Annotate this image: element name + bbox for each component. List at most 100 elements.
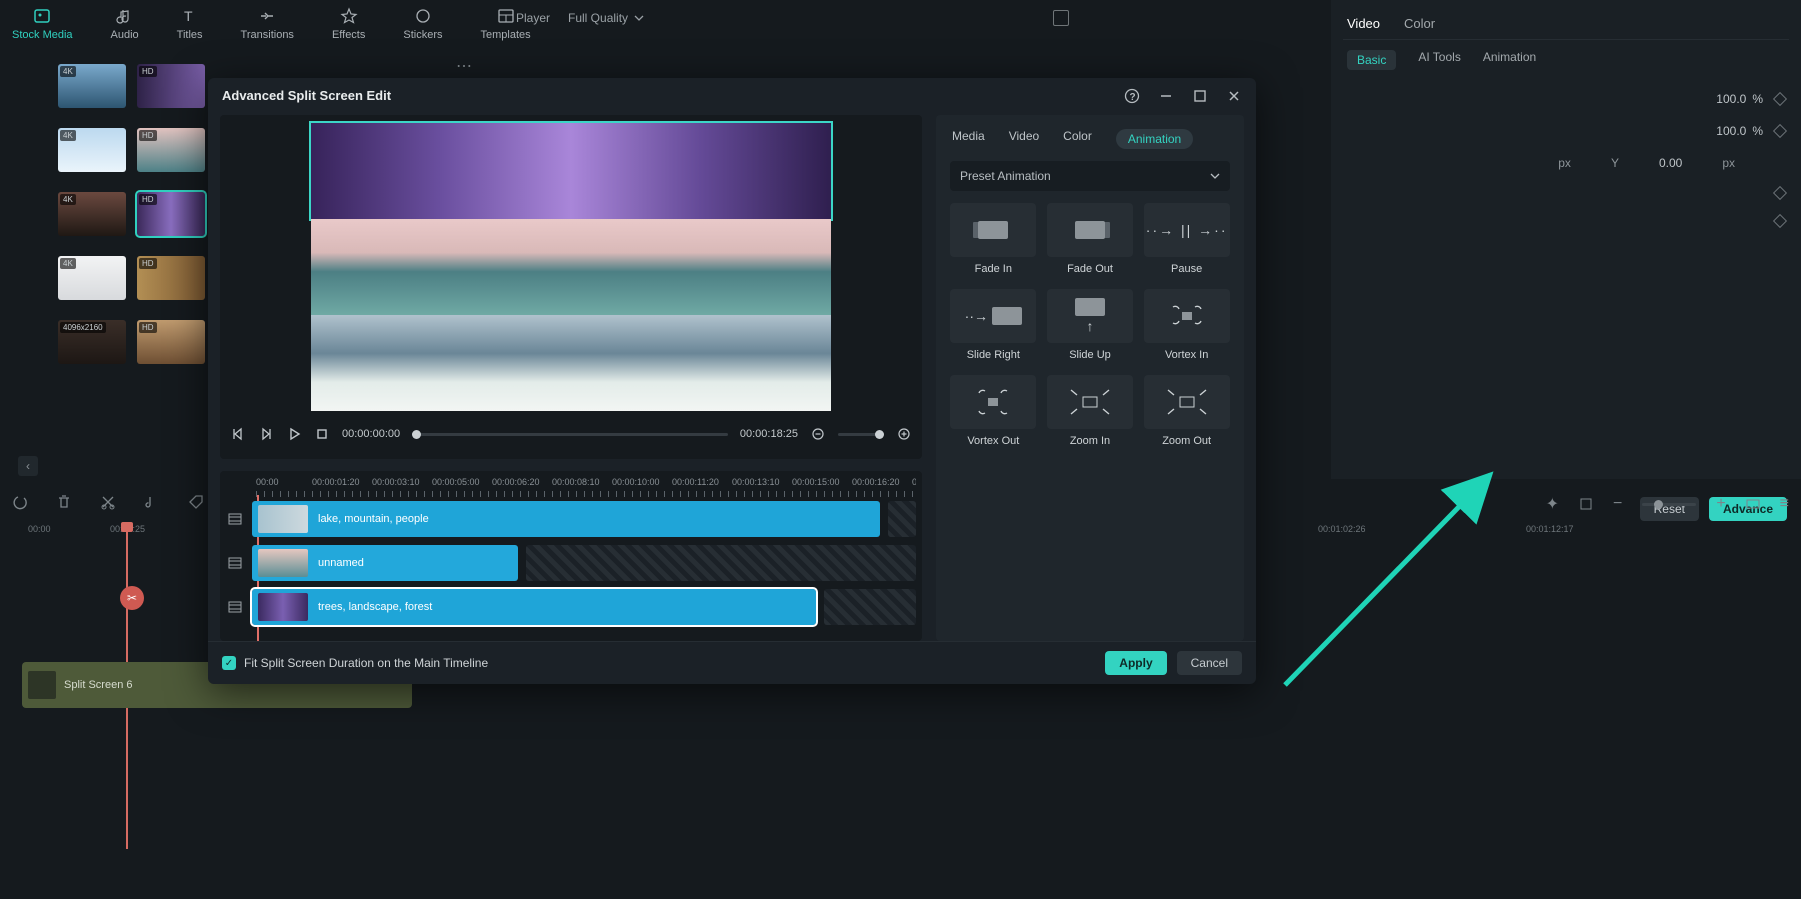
scale-value-1[interactable]: 100.0% bbox=[1716, 92, 1763, 106]
split-marker-icon[interactable]: ✂ bbox=[120, 586, 144, 610]
fit-duration-checkbox[interactable]: ✓ bbox=[222, 656, 236, 670]
next-frame-button[interactable] bbox=[258, 426, 274, 442]
video-track-icon bbox=[226, 556, 244, 570]
empty-kf-row-1 bbox=[1347, 188, 1785, 198]
zoom-slider[interactable] bbox=[838, 433, 884, 436]
inspector-subtab-basic[interactable]: Basic bbox=[1347, 50, 1396, 70]
zoom-out-icon[interactable]: − bbox=[1613, 495, 1622, 513]
mini-tick: 00:00:11:20 bbox=[672, 477, 719, 487]
quality-dropdown[interactable]: Full Quality bbox=[568, 11, 644, 25]
close-icon[interactable] bbox=[1226, 88, 1242, 104]
keyframe-icon[interactable] bbox=[1773, 124, 1787, 138]
keyframe-icon[interactable] bbox=[1773, 214, 1787, 228]
scale-value-2[interactable]: 100.0% bbox=[1716, 124, 1763, 138]
media-thumb[interactable]: HD bbox=[137, 64, 205, 108]
keyframe-icon[interactable] bbox=[1773, 92, 1787, 106]
mr-tab-media[interactable]: Media bbox=[952, 129, 985, 149]
cancel-button[interactable]: Cancel bbox=[1177, 651, 1242, 675]
inspector-panel: Video Color Basic AI Tools Animation 100… bbox=[1331, 0, 1801, 479]
mini-clip-3[interactable]: trees, landscape, forest bbox=[252, 589, 816, 625]
media-thumb[interactable]: HD bbox=[137, 320, 205, 364]
track-empty bbox=[888, 501, 916, 537]
clip-thumb bbox=[258, 505, 308, 533]
tab-stickers[interactable]: Stickers bbox=[403, 7, 442, 41]
crop-icon[interactable] bbox=[1579, 497, 1593, 511]
marker-icon[interactable]: ✦ bbox=[1546, 494, 1559, 514]
zoom-out-button[interactable] bbox=[810, 426, 826, 442]
split-slot-2[interactable] bbox=[311, 219, 831, 315]
clip-thumb bbox=[28, 671, 56, 699]
stock-media-icon bbox=[33, 7, 51, 25]
zoom-in-icon[interactable]: + bbox=[1716, 495, 1725, 513]
zoom-knob[interactable] bbox=[875, 430, 884, 439]
tab-label: Stock Media bbox=[12, 29, 73, 41]
anim-fade-in[interactable]: Fade In bbox=[950, 203, 1037, 275]
mini-tick: 00:00:15:00 bbox=[792, 477, 840, 487]
tab-effects[interactable]: Effects bbox=[332, 7, 365, 41]
split-slot-1[interactable] bbox=[311, 123, 831, 219]
minimize-icon[interactable] bbox=[1158, 88, 1174, 104]
transitions-icon bbox=[258, 7, 276, 25]
anim-fade-out[interactable]: Fade Out bbox=[1047, 203, 1134, 275]
mr-tab-animation[interactable]: Animation bbox=[1116, 129, 1193, 149]
cut-icon[interactable] bbox=[100, 494, 116, 510]
split-slot-3[interactable] bbox=[311, 315, 831, 411]
maximize-icon[interactable] bbox=[1192, 88, 1208, 104]
mini-clip-2[interactable]: unnamed bbox=[252, 545, 518, 581]
inspector-tab-color[interactable]: Color bbox=[1404, 16, 1435, 31]
anim-slide-up[interactable]: ↑Slide Up bbox=[1047, 289, 1134, 361]
media-thumb[interactable]: 4K bbox=[58, 128, 126, 172]
mini-clip-1[interactable]: lake, mountain, people bbox=[252, 501, 880, 537]
collapse-panel-button[interactable]: ‹ bbox=[18, 456, 38, 476]
anim-pause[interactable]: ··→ || →··Pause bbox=[1143, 203, 1230, 275]
fit-icon[interactable] bbox=[1746, 497, 1760, 511]
inspector-tab-video[interactable]: Video bbox=[1347, 16, 1380, 31]
more-icon[interactable]: ⋯ bbox=[456, 56, 472, 76]
media-thumb[interactable]: HD bbox=[137, 128, 205, 172]
seek-bar[interactable] bbox=[412, 433, 728, 436]
pos-y-value[interactable]: 0.00 bbox=[1659, 156, 1682, 170]
media-thumb[interactable]: 4K bbox=[58, 256, 126, 300]
media-thumb[interactable]: 4K bbox=[58, 64, 126, 108]
prev-frame-button[interactable] bbox=[230, 426, 246, 442]
anim-zoom-out[interactable]: Zoom Out bbox=[1143, 375, 1230, 447]
seek-knob[interactable] bbox=[412, 430, 421, 439]
apply-button[interactable]: Apply bbox=[1105, 651, 1166, 675]
music-icon[interactable] bbox=[144, 494, 160, 510]
chevron-down-icon bbox=[634, 13, 644, 23]
delete-icon[interactable] bbox=[56, 494, 72, 510]
tag-icon[interactable] bbox=[188, 494, 204, 510]
media-thumb[interactable]: 4K bbox=[58, 192, 126, 236]
zoom-in-button[interactable] bbox=[896, 426, 912, 442]
play-button[interactable] bbox=[286, 426, 302, 442]
anim-zoom-in[interactable]: Zoom In bbox=[1047, 375, 1134, 447]
mr-tab-video[interactable]: Video bbox=[1009, 129, 1039, 149]
zoom-slider[interactable] bbox=[1642, 503, 1696, 506]
inspector-subtab-aitools[interactable]: AI Tools bbox=[1418, 50, 1460, 70]
media-thumb[interactable]: HD bbox=[137, 256, 205, 300]
tab-stock-media[interactable]: Stock Media bbox=[12, 7, 73, 41]
mini-ruler[interactable]: 00:00 00:00:01:20 00:00:03:10 00:00:05:0… bbox=[226, 477, 916, 499]
media-thumb[interactable]: HD bbox=[137, 192, 205, 236]
inspector-subtab-animation[interactable]: Animation bbox=[1483, 50, 1536, 70]
preset-animation-dropdown[interactable]: Preset Animation bbox=[950, 161, 1230, 191]
titles-icon: T bbox=[181, 7, 199, 25]
anim-vortex-in[interactable]: Vortex In bbox=[1143, 289, 1230, 361]
media-thumb[interactable]: 4096x2160 bbox=[58, 320, 126, 364]
zoom-knob[interactable] bbox=[1654, 500, 1663, 509]
tab-titles[interactable]: TTitles bbox=[177, 7, 203, 41]
mr-tab-color[interactable]: Color bbox=[1063, 129, 1092, 149]
anim-slide-right[interactable]: ··→Slide Right bbox=[950, 289, 1037, 361]
stop-button[interactable] bbox=[314, 426, 330, 442]
snapshot-icon[interactable] bbox=[1053, 10, 1069, 26]
undo-icon[interactable] bbox=[12, 494, 28, 510]
list-icon[interactable]: ≡ bbox=[1780, 495, 1789, 513]
keyframe-icon[interactable] bbox=[1773, 186, 1787, 200]
tab-transitions[interactable]: Transitions bbox=[241, 7, 294, 41]
transport-bar: 00:00:00:00 00:00:18:25 bbox=[220, 417, 922, 451]
tab-audio[interactable]: Audio bbox=[111, 7, 139, 41]
help-icon[interactable]: ? bbox=[1124, 88, 1140, 104]
clip-thumb bbox=[258, 593, 308, 621]
anim-vortex-out[interactable]: Vortex Out bbox=[950, 375, 1037, 447]
mini-tick: 00:00:18:10 bbox=[912, 477, 916, 487]
